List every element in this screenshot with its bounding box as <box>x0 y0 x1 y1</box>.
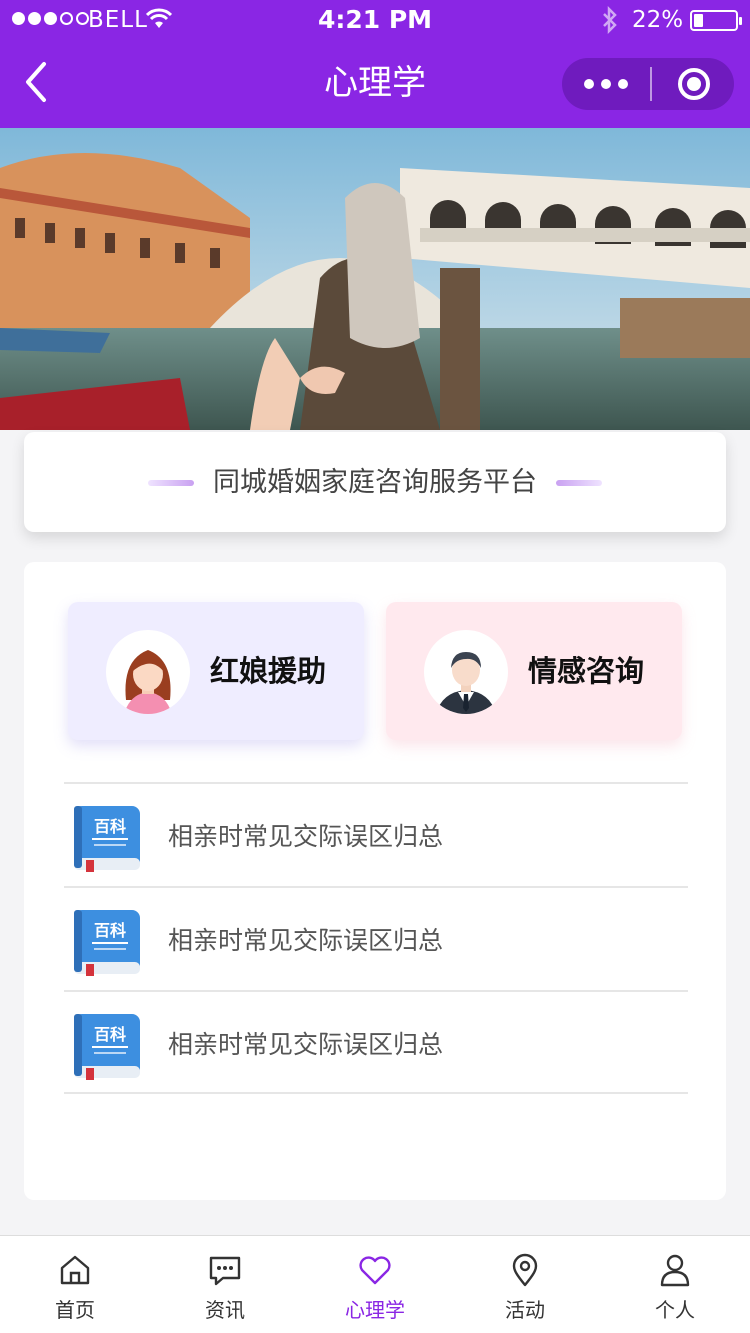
list-item[interactable]: 百科 相亲时常见交际误区归总 <box>64 782 688 886</box>
service-label: 情感咨询 <box>528 654 645 688</box>
service-label: 红娘援助 <box>210 654 327 688</box>
status-bar: BELL 4:21 PM 22% <box>0 0 750 40</box>
book-icon-text: 百科 <box>94 817 126 836</box>
slogan-text: 同城婚姻家庭咨询服务平台 <box>213 467 537 498</box>
home-icon <box>60 1255 90 1285</box>
tab-label: 活动 <box>505 1298 545 1322</box>
more-dots-icon <box>584 79 594 89</box>
list-item[interactable]: 百科 相亲时常见交际误区归总 <box>64 990 688 1094</box>
tab-label: 首页 <box>55 1298 95 1322</box>
content-card: 红娘援助 情感咨询 百科 相亲时常见交际误区归总 百科 相亲时常见交际误区归总 … <box>24 562 726 1200</box>
slogan-card: 同城婚姻家庭咨询服务平台 <box>24 432 726 532</box>
tab-label: 个人 <box>655 1298 695 1322</box>
tab-label: 心理学 <box>345 1298 405 1322</box>
tab-label: 资讯 <box>205 1298 245 1322</box>
capsule-divider <box>650 67 652 101</box>
mini-program-capsule <box>562 58 734 110</box>
chat-bubble-icon <box>209 1256 241 1286</box>
encyclopedia-book-icon: 百科 <box>72 908 142 978</box>
bluetooth-icon <box>603 6 617 34</box>
more-dot <box>601 79 611 89</box>
banner-image <box>0 128 750 430</box>
header: BELL 4:21 PM 22% 心理学 <box>0 0 750 128</box>
tab-profile[interactable]: 个人 <box>600 1236 750 1333</box>
tab-news[interactable]: 资讯 <box>150 1236 300 1333</box>
close-mini-program-button[interactable] <box>656 58 734 110</box>
encyclopedia-book-icon: 百科 <box>72 804 142 874</box>
person-icon <box>660 1254 690 1287</box>
target-dot <box>687 77 701 91</box>
article-title: 相亲时常见交际误区归总 <box>168 822 444 851</box>
book-icon-text: 百科 <box>94 921 126 940</box>
encyclopedia-book-icon: 百科 <box>72 1012 142 1082</box>
article-title: 相亲时常见交际误区归总 <box>168 1030 444 1059</box>
tab-activities[interactable]: 活动 <box>450 1236 600 1333</box>
location-pin-icon <box>512 1253 538 1287</box>
slogan-decoration-right <box>556 480 602 486</box>
heart-icon <box>359 1256 391 1285</box>
more-button[interactable] <box>562 58 648 110</box>
book-icon-text: 百科 <box>94 1025 126 1044</box>
battery-level <box>694 14 703 27</box>
article-list: 百科 相亲时常见交际误区归总 百科 相亲时常见交际误区归总 百科 相亲时常见交际… <box>64 782 688 1094</box>
battery-percent: 22% <box>632 7 684 33</box>
article-title: 相亲时常见交际误区归总 <box>168 926 444 955</box>
man-avatar-icon <box>424 630 508 714</box>
woman-avatar-icon <box>106 630 190 714</box>
emotional-counseling-button[interactable]: 情感咨询 <box>386 602 682 740</box>
tab-bar: 首页 资讯 心理学 活动 个人 <box>0 1235 750 1333</box>
venice-photo <box>0 128 750 430</box>
list-item[interactable]: 百科 相亲时常见交际误区归总 <box>64 886 688 990</box>
matchmaker-service-button[interactable]: 红娘援助 <box>68 602 364 740</box>
battery-icon <box>690 10 742 31</box>
tab-home[interactable]: 首页 <box>0 1236 150 1333</box>
more-dot <box>618 79 628 89</box>
tab-psychology[interactable]: 心理学 <box>300 1236 450 1333</box>
